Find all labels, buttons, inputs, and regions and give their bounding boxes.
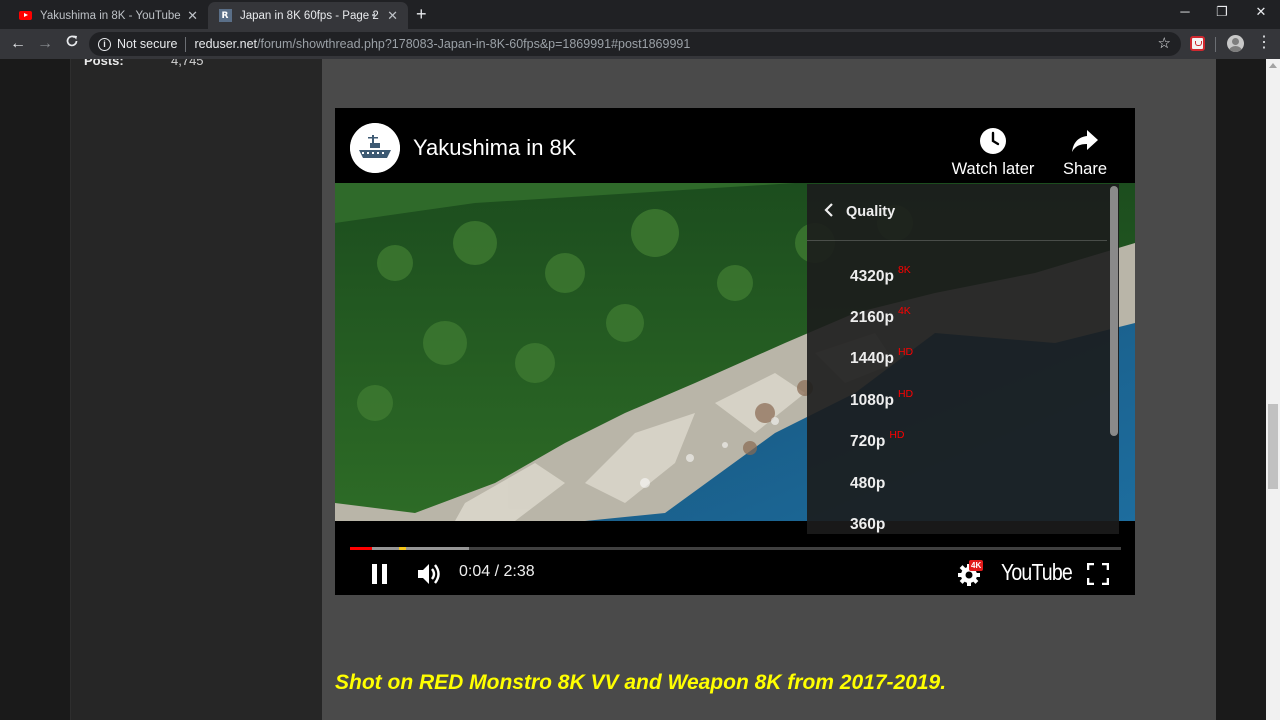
speaker-icon[interactable]: 🔈︎ (372, 10, 378, 21)
quality-badge: HD (897, 388, 914, 400)
profile-avatar[interactable] (1227, 35, 1244, 52)
page-scrollbar[interactable] (1266, 59, 1280, 720)
youtube-favicon-icon (18, 9, 32, 23)
chevron-left-icon[interactable] (824, 202, 834, 222)
quality-label: 360p (850, 516, 886, 533)
browser-toolbar: ← → i Not secure reduser.net/forum/showt… (0, 29, 1280, 59)
tab-title: Yakushima in 8K - YouTube (40, 9, 181, 22)
reduser-favicon-icon: R (218, 9, 232, 23)
quality-option-720p[interactable]: 720p HD (850, 429, 905, 451)
scroll-thumb[interactable] (1268, 404, 1278, 489)
tab-title: Japan in 8K 60fps - Page 2 (240, 9, 379, 22)
pause-button[interactable] (371, 563, 389, 590)
back-button[interactable]: ← (8, 34, 28, 54)
tab-strip: Yakushima in 8K - YouTube ✕ R Japan in 8… (0, 0, 1280, 29)
url-path: /forum/showthread.php?178083-Japan-in-8K… (257, 37, 691, 51)
quality-badge: 4K (897, 305, 911, 317)
watch-later-button[interactable]: Watch later (949, 124, 1037, 179)
page-background-left (0, 59, 70, 720)
browser-menu-icon[interactable]: ⋮ (1256, 34, 1272, 52)
quality-option-1440p[interactable]: 1440p HD (850, 346, 913, 368)
restore-button[interactable]: ❐ (1212, 4, 1232, 20)
pause-icon (372, 564, 387, 584)
fullscreen-icon (1086, 562, 1110, 586)
speaker-volume-icon (418, 564, 440, 584)
quality-label: 2160p (850, 309, 894, 326)
posts-label: Posts: (84, 59, 124, 68)
ship-logo-icon (350, 123, 400, 173)
quality-badge: 8K (897, 264, 911, 276)
quality-menu-title: Quality (846, 204, 896, 220)
embedded-video-player[interactable]: Yakushima in 8K Watch later Share Qualit… (335, 108, 1135, 595)
watch-later-label: Watch later (951, 160, 1035, 178)
toolbar-divider (1215, 37, 1216, 52)
new-tab-button[interactable]: + (416, 4, 427, 25)
post-caption: Shot on RED Monstro 8K VV and Weapon 8K … (335, 671, 947, 694)
close-tab-icon[interactable]: ✕ (187, 8, 198, 24)
quality-option-480p[interactable]: 480p (850, 475, 885, 493)
security-label[interactable]: Not secure (117, 37, 177, 51)
quality-label: 4320p (850, 268, 894, 285)
youtube-logo-button[interactable]: YouTube (1001, 559, 1073, 586)
quality-menu[interactable]: Quality 4320p 8K 2160p 4K 1440p HD 1080p HD … (807, 184, 1119, 534)
quality-menu-header[interactable]: Quality (807, 184, 1107, 241)
quality-option-4320p[interactable]: 4320p 8K (850, 264, 911, 286)
quality-menu-scrollbar[interactable] (1110, 186, 1118, 436)
forward-button[interactable]: → (35, 34, 55, 54)
progress-bar[interactable] (350, 547, 1121, 550)
web-page: Posts: 4,745 Yakushima in 8K Watch later (0, 59, 1280, 720)
settings-quality-badge: 4K (969, 560, 984, 571)
progress-played (350, 547, 372, 550)
bookmark-star-icon[interactable]: ☆ (1158, 34, 1171, 52)
quality-label: 720p (850, 433, 886, 450)
scroll-up-arrow-icon[interactable] (1269, 63, 1277, 68)
reload-button[interactable] (62, 34, 82, 54)
time-display: 0:04 / 2:38 (459, 563, 535, 580)
quality-badge: HD (889, 429, 905, 441)
url-host: reduser.net (194, 37, 257, 51)
channel-avatar[interactable] (350, 123, 400, 173)
tab-youtube[interactable]: Yakushima in 8K - YouTube ✕ (8, 2, 208, 29)
minimize-button[interactable]: ─ (1175, 4, 1195, 19)
share-arrow-icon (1072, 130, 1098, 152)
reload-icon (66, 35, 78, 47)
quality-label: 480p (850, 475, 886, 492)
progress-chapter-marker (399, 547, 406, 550)
share-button[interactable]: Share (1055, 124, 1115, 179)
share-label: Share (1062, 160, 1108, 178)
tab-reduser[interactable]: R Japan in 8K 60fps - Page 2 🔈︎ ✕ (208, 2, 408, 29)
clock-icon (980, 128, 1006, 154)
quality-badge: HD (897, 346, 914, 358)
quality-label: 1440p (850, 350, 894, 367)
page-background-right (1216, 59, 1266, 720)
posts-count: 4,745 (171, 59, 204, 68)
info-icon[interactable]: i (98, 37, 111, 51)
omnibox-divider (185, 36, 187, 52)
extension-icon[interactable] (1190, 36, 1205, 51)
video-title[interactable]: Yakushima in 8K (413, 135, 576, 161)
fullscreen-button[interactable] (1086, 562, 1110, 590)
quality-option-1080p[interactable]: 1080p HD (850, 388, 913, 410)
window-close-button[interactable]: ✕ (1251, 4, 1271, 20)
close-tab-icon[interactable]: ✕ (387, 8, 398, 24)
volume-button[interactable] (417, 562, 443, 591)
address-bar[interactable]: i Not secure reduser.net/forum/showthrea… (89, 32, 1181, 56)
settings-button[interactable]: 4K (957, 560, 987, 586)
quality-option-360p[interactable]: 360p (850, 516, 885, 534)
quality-option-2160p[interactable]: 2160p 4K (850, 305, 911, 327)
quality-label: 1080p (850, 392, 894, 409)
